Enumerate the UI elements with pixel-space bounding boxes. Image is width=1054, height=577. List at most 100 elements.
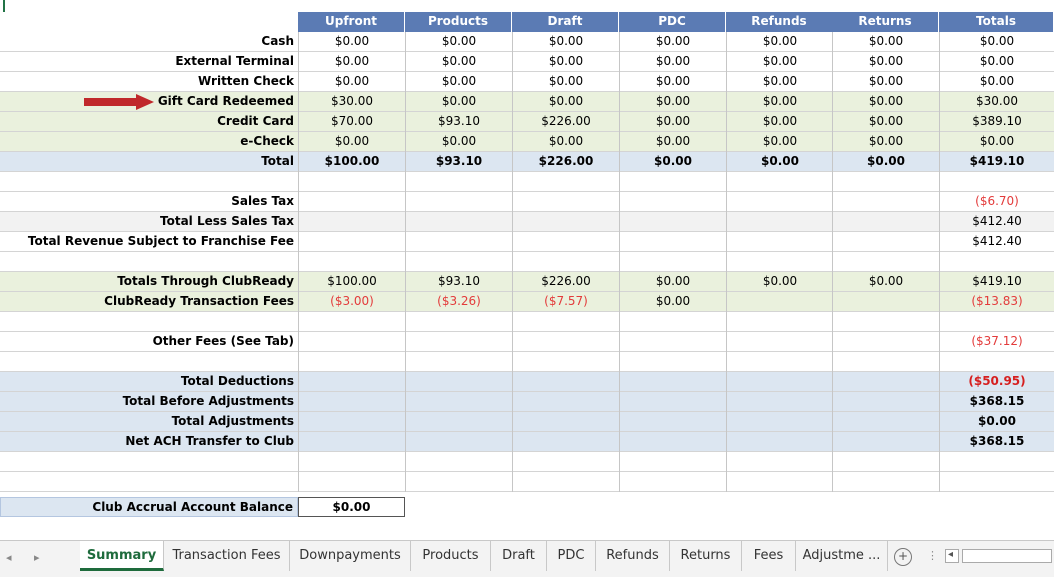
cell-returns[interactable]: $0.00	[832, 152, 939, 172]
cell-upfront[interactable]	[298, 312, 405, 332]
column-header-pdc[interactable]: PDC	[619, 12, 726, 32]
cell-returns[interactable]	[832, 212, 939, 232]
cell-products[interactable]: $93.10	[405, 272, 512, 292]
cell-upfront[interactable]	[298, 332, 405, 352]
row-label[interactable]: Totals Through ClubReady	[0, 272, 298, 292]
row-label[interactable]: Credit Card	[0, 112, 298, 132]
cell-pdc[interactable]: $0.00	[619, 52, 726, 72]
cell-upfront[interactable]	[298, 232, 405, 252]
row-label[interactable]: Total	[0, 152, 298, 172]
row-label[interactable]: Written Check	[0, 72, 298, 92]
cell-returns[interactable]	[832, 292, 939, 312]
cell-refunds[interactable]	[726, 312, 833, 332]
cell-pdc[interactable]: $0.00	[619, 92, 726, 112]
cell-pdc[interactable]	[619, 412, 726, 432]
add-sheet-icon[interactable]: +	[894, 548, 912, 566]
cell-upfront[interactable]	[298, 452, 405, 472]
row-label[interactable]	[0, 312, 298, 332]
column-header-products[interactable]: Products	[405, 12, 512, 32]
cell-draft[interactable]	[512, 432, 619, 452]
row-label[interactable]: Total Less Sales Tax	[0, 212, 298, 232]
cell-returns[interactable]	[832, 252, 939, 272]
cell-totals[interactable]	[939, 172, 1054, 192]
cell-refunds[interactable]: $0.00	[726, 52, 833, 72]
cell-refunds[interactable]	[726, 352, 833, 372]
tab-transaction-fees[interactable]: Transaction Fees	[164, 541, 290, 571]
cell-draft[interactable]: $0.00	[512, 52, 619, 72]
cell-returns[interactable]	[832, 172, 939, 192]
row-label[interactable]: Sales Tax	[0, 192, 298, 212]
cell-draft[interactable]: $226.00	[512, 112, 619, 132]
cell-pdc[interactable]: $0.00	[619, 152, 726, 172]
row-label[interactable]	[0, 172, 298, 192]
tab-pdc[interactable]: PDC	[547, 541, 596, 571]
cell-upfront[interactable]	[298, 172, 405, 192]
row-label[interactable]: Total Revenue Subject to Franchise Fee	[0, 232, 298, 252]
cell-upfront[interactable]: $100.00	[298, 152, 405, 172]
cell-totals[interactable]	[939, 472, 1054, 492]
cell-totals[interactable]: $0.00	[939, 32, 1054, 52]
cell-returns[interactable]	[832, 232, 939, 252]
cell-totals[interactable]: ($6.70)	[939, 192, 1054, 212]
row-label[interactable]: Net ACH Transfer to Club	[0, 432, 298, 452]
row-label[interactable]	[0, 252, 298, 272]
cell-products[interactable]	[405, 312, 512, 332]
cell-upfront[interactable]: $0.00	[298, 32, 405, 52]
cell-totals[interactable]: $30.00	[939, 92, 1054, 112]
cell-totals[interactable]: ($13.83)	[939, 292, 1054, 312]
cell-draft[interactable]	[512, 232, 619, 252]
cell-products[interactable]: $0.00	[405, 72, 512, 92]
cell-refunds[interactable]	[726, 172, 833, 192]
cell-returns[interactable]: $0.00	[832, 72, 939, 92]
cell-refunds[interactable]: $0.00	[726, 72, 833, 92]
cell-refunds[interactable]: $0.00	[726, 32, 833, 52]
cell-returns[interactable]: $0.00	[832, 272, 939, 292]
row-label[interactable]: Other Fees (See Tab)	[0, 332, 298, 352]
spreadsheet-grid[interactable]: Upfront Products Draft PDC Refunds Returns Tot…	[0, 0, 1054, 540]
accrual-value[interactable]: $0.00	[298, 497, 405, 517]
cell-draft[interactable]	[512, 192, 619, 212]
column-header-refunds[interactable]: Refunds	[726, 12, 833, 32]
cell-upfront[interactable]: $30.00	[298, 92, 405, 112]
cell-draft[interactable]: $0.00	[512, 92, 619, 112]
tab-returns[interactable]: Returns	[670, 541, 742, 571]
cell-draft[interactable]	[512, 412, 619, 432]
cell-pdc[interactable]	[619, 352, 726, 372]
cell-totals[interactable]	[939, 452, 1054, 472]
tab-adjustme[interactable]: Adjustme ...	[796, 541, 888, 571]
tab-refunds[interactable]: Refunds	[596, 541, 670, 571]
cell-pdc[interactable]	[619, 232, 726, 252]
cell-refunds[interactable]	[726, 332, 833, 352]
cell-totals[interactable]: $419.10	[939, 152, 1054, 172]
cell-totals[interactable]: $0.00	[939, 52, 1054, 72]
cell-products[interactable]: ($3.26)	[405, 292, 512, 312]
cell-totals[interactable]: $419.10	[939, 272, 1054, 292]
cell-draft[interactable]	[512, 312, 619, 332]
cell-refunds[interactable]	[726, 472, 833, 492]
cell-refunds[interactable]	[726, 252, 833, 272]
column-header-returns[interactable]: Returns	[832, 12, 939, 32]
cell-upfront[interactable]: $0.00	[298, 52, 405, 72]
cell-pdc[interactable]	[619, 172, 726, 192]
cell-pdc[interactable]	[619, 392, 726, 412]
cell-totals[interactable]: $412.40	[939, 232, 1054, 252]
cell-totals[interactable]: $0.00	[939, 132, 1054, 152]
cell-refunds[interactable]	[726, 372, 833, 392]
cell-totals[interactable]: $0.00	[939, 412, 1054, 432]
row-label[interactable]: Cash	[0, 32, 298, 52]
cell-refunds[interactable]	[726, 232, 833, 252]
cell-returns[interactable]	[832, 432, 939, 452]
cell-upfront[interactable]	[298, 212, 405, 232]
cell-products[interactable]: $0.00	[405, 132, 512, 152]
cell-draft[interactable]	[512, 352, 619, 372]
cell-returns[interactable]	[832, 352, 939, 372]
cell-refunds[interactable]	[726, 392, 833, 412]
cell-products[interactable]	[405, 232, 512, 252]
row-label[interactable]: ClubReady Transaction Fees	[0, 292, 298, 312]
cell-draft[interactable]: $0.00	[512, 32, 619, 52]
cell-refunds[interactable]	[726, 192, 833, 212]
cell-draft[interactable]	[512, 252, 619, 272]
cell-totals[interactable]: $368.15	[939, 432, 1054, 452]
cell-totals[interactable]: $389.10	[939, 112, 1054, 132]
cell-pdc[interactable]: $0.00	[619, 272, 726, 292]
